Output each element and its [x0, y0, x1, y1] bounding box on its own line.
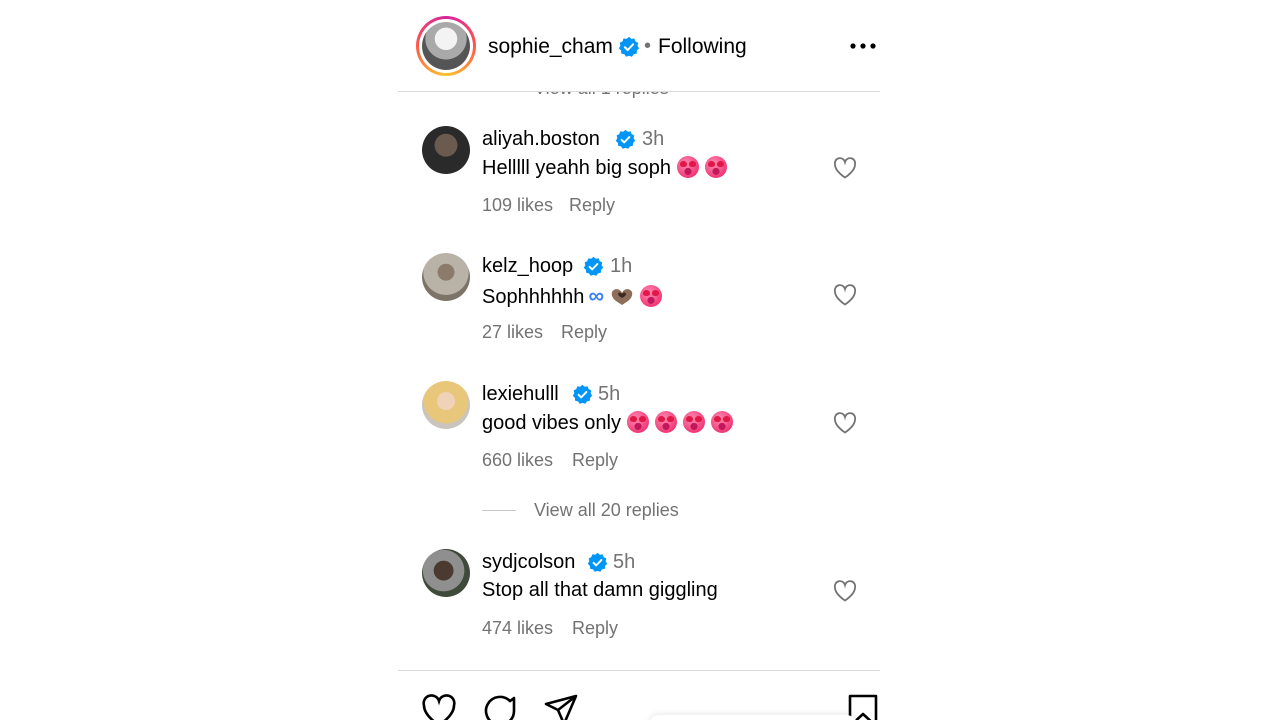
- comment-text-content: Sophhhhhh: [482, 286, 585, 308]
- heart-eyes-emoji-icon: [710, 411, 733, 433]
- commenter-avatar[interactable]: [422, 253, 470, 301]
- post-author-username[interactable]: sophie_cham: [488, 35, 613, 59]
- verified-badge-icon: [587, 552, 608, 572]
- view-all-replies-link[interactable]: View all 20 replies: [534, 500, 679, 521]
- comment-item: sydjcolson 5h Stop all that damn gigglin…: [398, 549, 880, 649]
- comment-text: Stop all that damn giggling: [482, 579, 718, 602]
- comment-like-count[interactable]: 474 likes: [482, 618, 553, 639]
- commenter-avatar[interactable]: [422, 381, 470, 429]
- comment-text: good vibes only: [482, 411, 733, 435]
- reply-button[interactable]: Reply: [572, 450, 618, 471]
- comment-timestamp: 1h: [610, 255, 633, 277]
- replies-divider-line: [482, 510, 516, 511]
- like-post-heart-icon[interactable]: [420, 692, 458, 720]
- comment-timestamp: 3h: [642, 128, 665, 150]
- comment-text-content: good vibes only: [482, 412, 621, 434]
- post-panel: sophie_cham • Following View all 1 repli…: [398, 0, 880, 720]
- verified-badge-icon: [583, 256, 604, 276]
- infinity-emoji-icon: ∞: [588, 283, 605, 308]
- heart-eyes-emoji-icon: [682, 411, 705, 433]
- hand-heart-emoji-icon: [611, 289, 633, 305]
- heart-eyes-emoji-icon: [705, 156, 728, 178]
- story-ring[interactable]: [416, 16, 476, 76]
- comment-like-count[interactable]: 27 likes: [482, 322, 543, 343]
- comment-item: aliyah.boston 3h Helllll yeahh big soph …: [398, 126, 880, 226]
- share-send-icon[interactable]: [542, 692, 580, 720]
- commenter-username[interactable]: lexiehulll: [482, 383, 559, 406]
- actions-divider: [398, 670, 880, 671]
- commenter-username[interactable]: sydjcolson: [482, 551, 575, 574]
- comment-icon[interactable]: [481, 692, 519, 720]
- comment-timestamp: 5h: [598, 383, 621, 405]
- heart-eyes-emoji-icon: [626, 411, 649, 433]
- comment-item: lexiehulll 5h good vibes only 660 likes …: [398, 381, 880, 481]
- comment-timestamp: 5h: [613, 551, 636, 573]
- like-comment-heart-icon[interactable]: [833, 412, 857, 434]
- comment-text-content: Helllll yeahh big soph: [482, 157, 672, 179]
- like-comment-heart-icon[interactable]: [833, 580, 857, 602]
- commenter-username[interactable]: aliyah.boston: [482, 128, 600, 151]
- separator-dot: •: [644, 35, 652, 57]
- comment-text: Sophhhhhh ∞: [482, 283, 663, 309]
- avatar-frame: [419, 19, 473, 73]
- heart-eyes-emoji-icon: [654, 411, 677, 433]
- comment-composer-edge: [648, 715, 858, 720]
- verified-badge-icon: [572, 384, 593, 404]
- verified-badge-icon: [618, 36, 640, 57]
- comment-text: Helllll yeahh big soph: [482, 156, 728, 180]
- commenter-avatar[interactable]: [422, 549, 470, 597]
- like-comment-heart-icon[interactable]: [833, 284, 857, 306]
- reply-button[interactable]: Reply: [569, 195, 615, 216]
- post-header: sophie_cham • Following: [398, 0, 880, 92]
- reply-button[interactable]: Reply: [561, 322, 607, 343]
- like-comment-heart-icon[interactable]: [833, 157, 857, 179]
- heart-eyes-emoji-icon: [640, 285, 663, 307]
- heart-eyes-emoji-icon: [677, 156, 700, 178]
- comment-like-count[interactable]: 109 likes: [482, 195, 553, 216]
- commenter-username[interactable]: kelz_hoop: [482, 255, 573, 278]
- more-options-icon[interactable]: [850, 43, 876, 49]
- comment-text-content: Stop all that damn giggling: [482, 579, 718, 601]
- comment-item: kelz_hoop 1h Sophhhhhh ∞ 27 likes Reply: [398, 253, 880, 353]
- following-button[interactable]: Following: [658, 35, 747, 59]
- commenter-avatar[interactable]: [422, 126, 470, 174]
- verified-badge-icon: [615, 129, 636, 149]
- comment-like-count[interactable]: 660 likes: [482, 450, 553, 471]
- reply-button[interactable]: Reply: [572, 618, 618, 639]
- avatar[interactable]: [422, 22, 470, 70]
